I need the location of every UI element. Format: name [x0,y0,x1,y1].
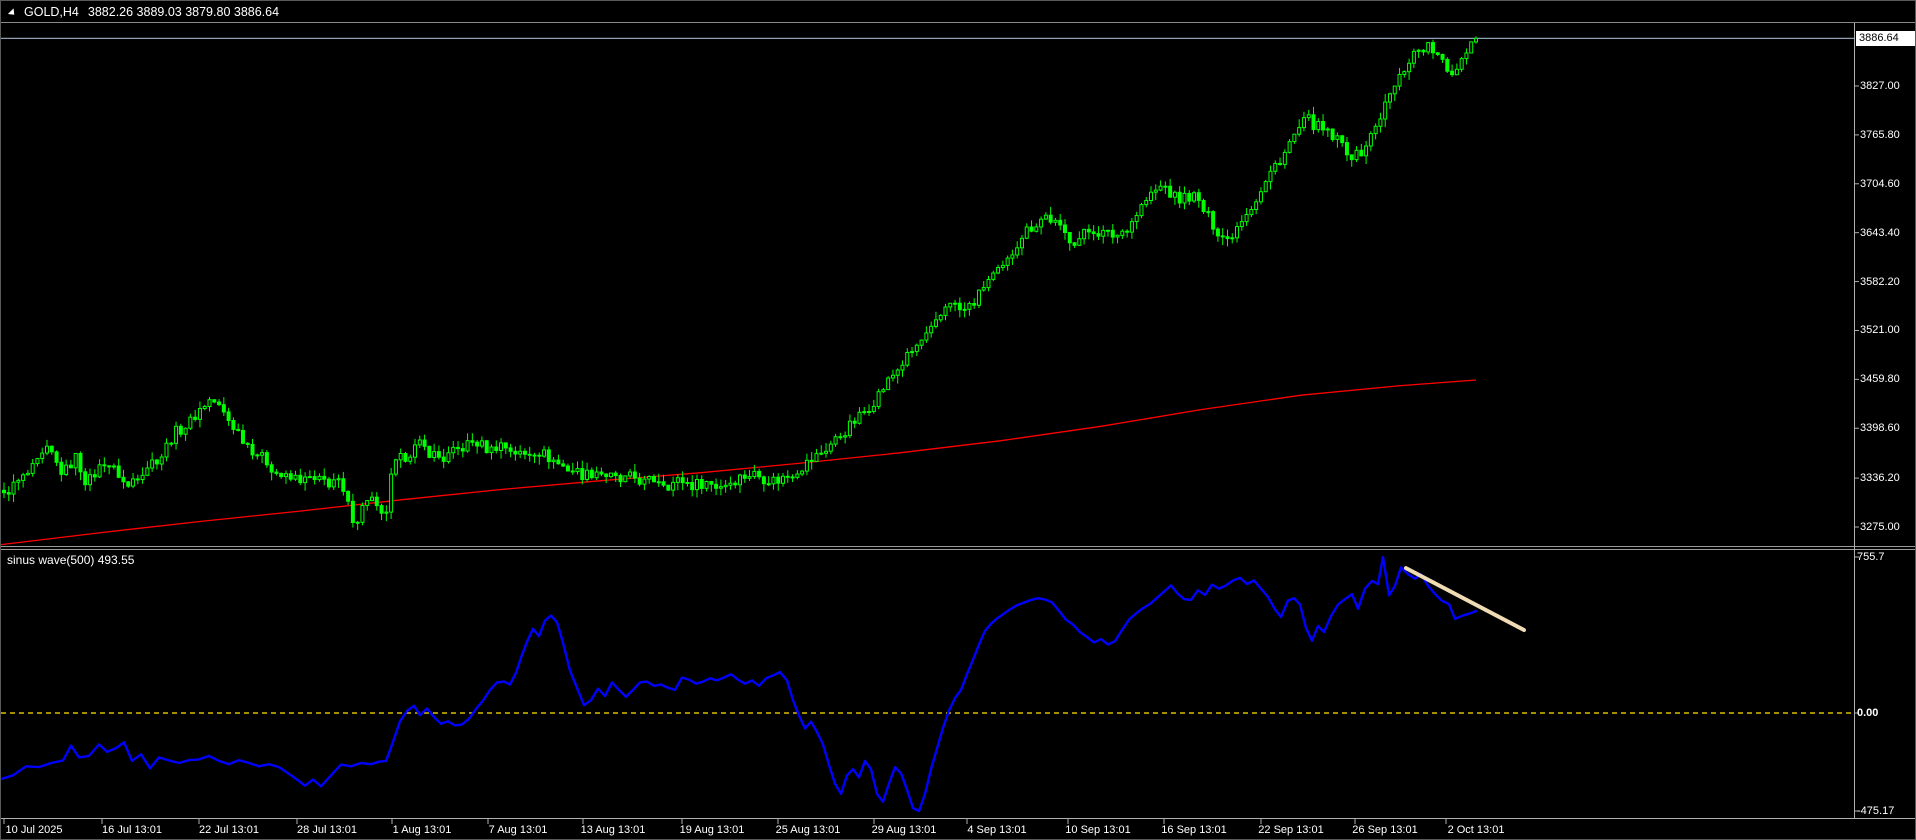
time-axis-label[interactable]: 10 Jul 2025 [6,823,63,837]
symbol-period-label: GOLD,H4 [24,4,79,19]
symbol-dropdown-icon[interactable] [7,7,18,18]
price-axis-label: 3827.00 [1860,80,1900,92]
time-axis-label[interactable]: 10 Sep 13:01 [1065,823,1130,837]
price-axis-label: 3459.80 [1860,373,1900,386]
price-axis-label: 3582.20 [1860,275,1900,288]
price-axis-label: 3704.60 [1860,177,1900,190]
price-axis-label: 3336.20 [1860,472,1900,485]
time-axis-label[interactable]: 7 Aug 13:01 [489,823,548,837]
time-axis-label[interactable]: 26 Sep 13:01 [1352,823,1417,837]
time-axis-label[interactable]: 22 Jul 13:01 [199,823,259,837]
price-axis-label: 3643.40 [1860,226,1900,239]
time-axis-label[interactable]: 2 Oct 13:01 [1448,823,1505,837]
chart-header-bar: GOLD,H4 3882.26 3889.03 3879.80 3886.64 [1,1,1915,22]
price-axis-label: 3398.60 [1860,422,1900,435]
indicator-axis-label: 755.7 [1857,551,1885,563]
time-axis-label[interactable]: 29 Aug 13:01 [872,823,937,837]
ohlc-values-label: 3882.26 3889.03 3879.80 3886.64 [87,4,280,19]
current-price-axis-label: 3886.64 [1856,30,1915,46]
time-axis-label[interactable]: 1 Aug 13:01 [393,823,452,837]
time-axis-label[interactable]: 16 Sep 13:01 [1161,823,1226,837]
chart-window: GOLD,H4 3882.26 3889.03 3879.80 3886.64 … [0,0,1916,840]
time-axis-label[interactable]: 28 Jul 13:01 [297,823,357,837]
time-axis-label[interactable]: 13 Aug 13:01 [581,823,646,837]
time-axis-label[interactable]: 4 Sep 13:01 [967,823,1026,837]
indicator-axis-label: 0.00 [1857,707,1879,719]
time-axis-label[interactable]: 19 Aug 13:01 [680,823,745,837]
time-axis-label[interactable]: 22 Sep 13:01 [1258,823,1323,837]
time-axis-label[interactable]: 16 Jul 13:01 [102,823,162,837]
price-axis-label: 3765.80 [1860,128,1900,141]
time-axis-label[interactable]: 25 Aug 13:01 [776,823,841,837]
axis-labels-layer: 3827.00 3765.80 3704.60 3643.40 3582.20 3521.… [1,1,1915,839]
price-axis-label: 3521.00 [1860,324,1900,337]
price-axis-label: 3275.00 [1860,521,1900,533]
indicator-name-label: sinus wave(500) 493.55 [7,553,135,567]
indicator-axis-label: -475.17 [1857,805,1895,817]
